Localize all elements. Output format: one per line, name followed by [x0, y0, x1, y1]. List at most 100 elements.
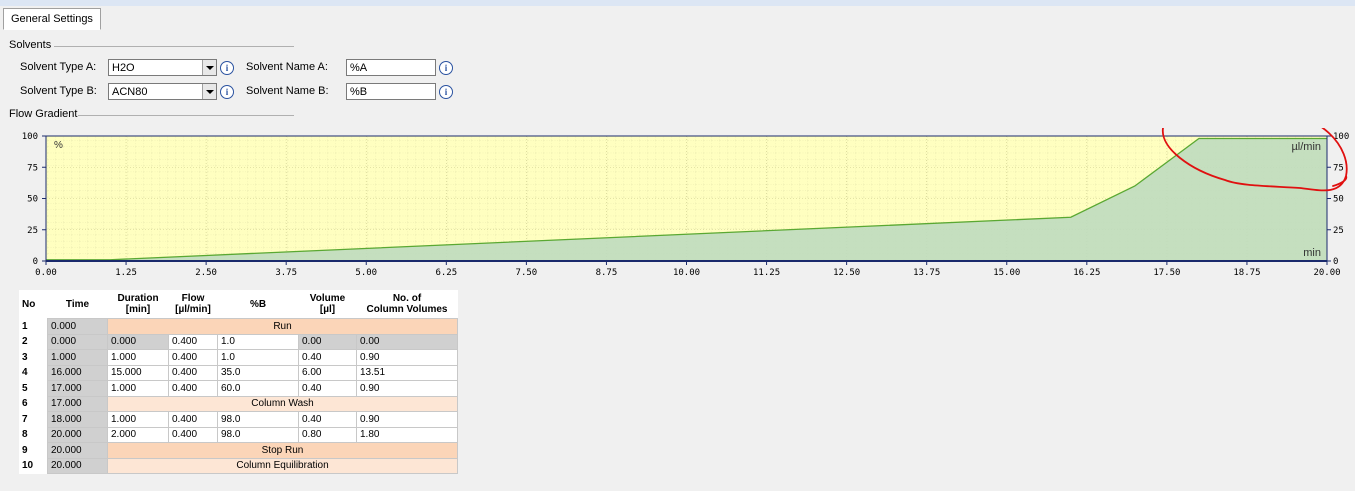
value-cell[interactable]: 0.400: [168, 426, 218, 443]
value-cell[interactable]: 0.400: [168, 380, 218, 397]
value-cell[interactable]: 98.0: [217, 411, 299, 428]
row-number[interactable]: 3: [19, 349, 48, 365]
y-left-tick-label: 75: [27, 163, 38, 173]
y-left-tick-label: 100: [22, 132, 38, 142]
y-left-tick-label: 0: [33, 257, 38, 267]
row-number[interactable]: 8: [19, 427, 48, 443]
step-label-cell[interactable]: Run: [107, 318, 458, 335]
step-label-cell[interactable]: Column Wash: [107, 395, 458, 412]
y-right-tick-label: 25: [1333, 226, 1344, 236]
value-cell[interactable]: 0.00: [356, 333, 458, 350]
solvent-type-b-label: Solvent Type B:: [20, 85, 97, 97]
table-row[interactable]: 10 20.000 Column Equilibration: [19, 457, 458, 474]
row-number[interactable]: 5: [19, 380, 48, 396]
time-cell[interactable]: 17.000: [47, 380, 108, 397]
value-cell[interactable]: 15.000: [107, 364, 169, 381]
value-cell[interactable]: 0.90: [356, 349, 458, 366]
table-row[interactable]: 6 17.000 Column Wash: [19, 395, 458, 412]
row-number[interactable]: 9: [19, 442, 48, 458]
table-header-cell: Duration [min]: [107, 290, 169, 319]
value-cell[interactable]: 0.90: [356, 411, 458, 428]
value-cell[interactable]: 0.400: [168, 364, 218, 381]
table-header-cell: Volume [µl]: [298, 290, 357, 319]
info-icon[interactable]: i: [220, 85, 234, 99]
tab-general-settings[interactable]: General Settings: [3, 8, 101, 30]
time-cell[interactable]: 20.000: [47, 426, 108, 443]
time-cell[interactable]: 20.000: [47, 457, 108, 474]
solvent-name-b-field[interactable]: %B: [346, 83, 436, 100]
value-cell[interactable]: 1.0: [217, 333, 299, 350]
table-row[interactable]: 8 20.000 2.000 0.400 98.0 0.80 1.80: [19, 426, 458, 443]
table-header-cell: %B: [217, 290, 299, 319]
value-cell[interactable]: 0.40: [298, 380, 357, 397]
solvent-name-a-field[interactable]: %A: [346, 59, 436, 76]
row-number[interactable]: 2: [19, 334, 48, 350]
value-cell[interactable]: 0.00: [298, 333, 357, 350]
value-cell[interactable]: 2.000: [107, 426, 169, 443]
step-label-cell[interactable]: Stop Run: [107, 442, 458, 459]
info-icon[interactable]: i: [439, 85, 453, 99]
x-tick-label: 20.00: [1313, 268, 1340, 278]
value-cell[interactable]: 0.400: [168, 411, 218, 428]
value-cell[interactable]: 0.40: [298, 349, 357, 366]
row-number[interactable]: 1: [19, 318, 48, 334]
row-number[interactable]: 7: [19, 411, 48, 427]
y-right-tick-label: 0: [1333, 257, 1338, 267]
value-cell[interactable]: 0.40: [298, 411, 357, 428]
table-row[interactable]: 7 18.000 1.000 0.400 98.0 0.40 0.90: [19, 411, 458, 428]
table-header-cell: No. of Column Volumes: [356, 290, 458, 319]
value-cell[interactable]: 1.000: [107, 380, 169, 397]
value-cell[interactable]: 0.000: [107, 333, 169, 350]
y-left-tick-label: 50: [27, 195, 38, 205]
solvent-name-b-label: Solvent Name B:: [246, 85, 329, 97]
time-cell[interactable]: 17.000: [47, 395, 108, 412]
table-header-row: No Time Duration [min] Flow [µl/min] %B Volume[…: [19, 290, 458, 319]
time-cell[interactable]: 0.000: [47, 318, 108, 335]
x-tick-label: 1.25: [115, 268, 137, 278]
value-cell[interactable]: 98.0: [217, 426, 299, 443]
y-left-unit-label: %: [54, 140, 63, 151]
chevron-down-icon[interactable]: [202, 84, 216, 99]
x-unit-label: min: [1303, 247, 1321, 259]
value-cell[interactable]: 60.0: [217, 380, 299, 397]
time-cell[interactable]: 20.000: [47, 442, 108, 459]
value-cell[interactable]: 35.0: [217, 364, 299, 381]
flow-gradient-group-label: Flow Gradient: [9, 108, 78, 120]
value-cell[interactable]: 6.00: [298, 364, 357, 381]
value-cell[interactable]: 1.000: [107, 411, 169, 428]
x-tick-label: 12.50: [833, 268, 860, 278]
value-cell[interactable]: 1.0: [217, 349, 299, 366]
value-cell[interactable]: 1.80: [356, 426, 458, 443]
time-cell[interactable]: 16.000: [47, 364, 108, 381]
table-row[interactable]: 1 0.000 Run: [19, 318, 458, 335]
tab-bar: General Settings: [0, 6, 1355, 31]
value-cell[interactable]: 0.400: [168, 333, 218, 350]
time-cell[interactable]: 1.000: [47, 349, 108, 366]
solvent-name-a-label: Solvent Name A:: [246, 61, 328, 73]
y-left-tick-label: 25: [27, 226, 38, 236]
row-number[interactable]: 6: [19, 396, 48, 412]
chevron-down-icon[interactable]: [202, 60, 216, 75]
value-cell[interactable]: 0.80: [298, 426, 357, 443]
time-cell[interactable]: 0.000: [47, 333, 108, 350]
value-cell[interactable]: 0.400: [168, 349, 218, 366]
info-icon[interactable]: i: [439, 61, 453, 75]
solvent-type-b-select[interactable]: ACN80: [108, 83, 217, 100]
row-number[interactable]: 4: [19, 365, 48, 381]
value-cell[interactable]: 1.000: [107, 349, 169, 366]
solvents-group-divider: [54, 46, 294, 47]
table-row[interactable]: 5 17.000 1.000 0.400 60.0 0.40 0.90: [19, 380, 458, 397]
solvent-type-a-select[interactable]: H2O: [108, 59, 217, 76]
table-row[interactable]: 2 0.000 0.000 0.400 1.0 0.00 0.00: [19, 333, 458, 350]
table-row[interactable]: 4 16.000 15.000 0.400 35.0 6.00 13.51: [19, 364, 458, 381]
time-cell[interactable]: 18.000: [47, 411, 108, 428]
row-number[interactable]: 10: [19, 458, 48, 474]
solvent-name-b-value: %B: [350, 86, 368, 98]
gradient-table: No Time Duration [min] Flow [µl/min] %B Volume[…: [19, 290, 458, 474]
value-cell[interactable]: 0.90: [356, 380, 458, 397]
table-row[interactable]: 3 1.000 1.000 0.400 1.0 0.40 0.90: [19, 349, 458, 366]
value-cell[interactable]: 13.51: [356, 364, 458, 381]
step-label-cell[interactable]: Column Equilibration: [107, 457, 458, 474]
info-icon[interactable]: i: [220, 61, 234, 75]
table-row[interactable]: 9 20.000 Stop Run: [19, 442, 458, 459]
